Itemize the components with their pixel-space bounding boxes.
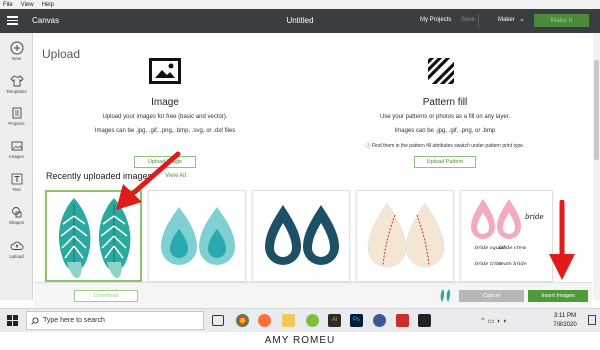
screen: File View Help Canvas Untitled My Projec… <box>0 0 600 350</box>
document-title[interactable]: Untitled <box>286 16 313 25</box>
sidebar-item-shapes[interactable]: Shapes <box>0 205 33 225</box>
divider <box>478 14 479 28</box>
projects-icon <box>12 107 21 119</box>
sidebar-item-images[interactable]: Images <box>0 139 33 159</box>
illustrator-icon[interactable]: Ai <box>328 314 341 327</box>
task-view-icon[interactable] <box>212 315 224 326</box>
menu-file[interactable]: File <box>3 2 13 8</box>
pattern-fill-icon <box>428 58 454 84</box>
menu-bar: File View Help <box>0 0 600 9</box>
upload-icon <box>10 241 23 250</box>
sidebar-item-templates[interactable]: Templates <box>0 74 33 94</box>
menu-view[interactable]: View <box>21 2 34 8</box>
headphones-app-icon[interactable] <box>373 314 386 327</box>
thumbnail-navy-teardrop-earrings[interactable] <box>252 190 350 282</box>
firefox-icon[interactable] <box>258 314 271 327</box>
cancel-button[interactable]: Cancel <box>459 290 524 302</box>
bride-earrings-image: bride bride squad bride crew bride tribe… <box>471 199 544 267</box>
machine-selector[interactable]: Maker <box>498 17 515 23</box>
app-bar: Canvas Untitled My Projects Save Maker ⌄… <box>0 9 600 33</box>
baseball-teardrop-image <box>367 202 445 268</box>
image-upload-icon <box>149 58 181 84</box>
windows-taskbar: Type here to search Ai Ps ⌃ ▭ ◗ ◖ 3:11 P… <box>0 308 600 332</box>
image-icon <box>11 141 22 151</box>
photoshop-icon[interactable]: Ps <box>350 314 363 327</box>
pattern-section-title: Pattern fill <box>422 97 468 108</box>
thumbnail-baseball-earrings[interactable] <box>356 190 454 282</box>
plus-icon <box>10 41 23 55</box>
search-icon <box>31 317 39 325</box>
media-app-icon[interactable] <box>396 314 409 327</box>
hamburger-menu-icon[interactable] <box>7 16 18 25</box>
download-button[interactable]: Download <box>74 290 138 302</box>
bride-word: bride <box>525 213 544 221</box>
page-title: Upload <box>42 47 81 61</box>
chrome-icon[interactable] <box>236 314 249 327</box>
pattern-formats: Images can be .jpg, .gif, .png, or .bmp <box>394 128 496 134</box>
sidebar-item-upload[interactable]: Upload <box>0 239 33 259</box>
upload-pattern-button[interactable]: Upload Pattern <box>414 156 476 168</box>
text-icon <box>11 173 22 185</box>
my-projects-link[interactable]: My Projects <box>420 17 451 23</box>
make-it-button[interactable]: Make It <box>534 14 589 27</box>
taskbar-search-box[interactable]: Type here to search <box>26 311 204 330</box>
clock-time[interactable]: 3:11 PM <box>545 313 585 319</box>
clock-date[interactable]: 7/8/2020 <box>545 322 585 328</box>
red-arrow-annotation <box>116 151 181 210</box>
sidebar-item-projects[interactable]: Projects <box>0 106 33 126</box>
cricut-icon[interactable] <box>306 314 319 327</box>
red-arrow-annotation <box>549 200 575 280</box>
chevron-down-icon[interactable]: ⌄ <box>519 15 525 23</box>
app-title: Canvas <box>32 16 60 25</box>
left-toolbar: New Templates Projects Images Text Shape… <box>0 33 33 300</box>
save-link[interactable]: Save <box>461 17 475 23</box>
sidebar-item-label: Text <box>12 187 21 192</box>
team-bride-word: team bride <box>499 261 527 267</box>
sidebar-item-label: Upload <box>9 254 24 259</box>
search-placeholder: Type here to search <box>43 317 105 324</box>
pattern-note: ⓘ Find them in the pattern fill attribut… <box>365 143 525 149</box>
sidebar-item-new[interactable]: New <box>0 41 33 61</box>
sidebar-item-label: Projects <box>8 121 25 126</box>
selected-image-preview <box>440 289 451 302</box>
bride-crew-word: bride crew <box>499 245 527 251</box>
scrollbar-thumb[interactable] <box>594 60 599 160</box>
pattern-description: Use your patterns or photos as a fill on… <box>379 114 511 120</box>
system-tray-icons[interactable]: ⌃ ▭ ◗ ◖ <box>480 317 507 325</box>
image-formats: Images can be .jpg, .gif, .png, .bmp, .s… <box>94 128 236 134</box>
image-description: Upload your images for free (basic and v… <box>102 114 228 120</box>
sidebar-item-text[interactable]: Text <box>0 172 33 192</box>
insert-images-button[interactable]: Insert Images <box>528 290 588 302</box>
windows-start-icon[interactable] <box>7 315 18 326</box>
camera-app-icon[interactable] <box>418 314 431 327</box>
sidebar-item-label: Shapes <box>8 220 25 225</box>
sidebar-item-label: Images <box>9 154 24 159</box>
thumbnail-pink-bride-earrings[interactable]: bride bride squad bride crew bride tribe… <box>460 190 553 282</box>
watermark-credit: AMY ROMEU <box>0 332 600 350</box>
navy-teardrop-image <box>265 205 339 265</box>
sidebar-item-label: Templates <box>6 89 27 94</box>
action-bar: Download Cancel Insert Images <box>34 282 592 308</box>
file-explorer-icon[interactable] <box>282 314 295 327</box>
sidebar-item-label: New <box>11 56 21 61</box>
image-section-title: Image <box>151 97 179 108</box>
shapes-icon <box>11 207 21 218</box>
shirt-icon <box>9 75 24 87</box>
menu-help[interactable]: Help <box>42 2 54 8</box>
notifications-icon[interactable] <box>588 315 596 325</box>
